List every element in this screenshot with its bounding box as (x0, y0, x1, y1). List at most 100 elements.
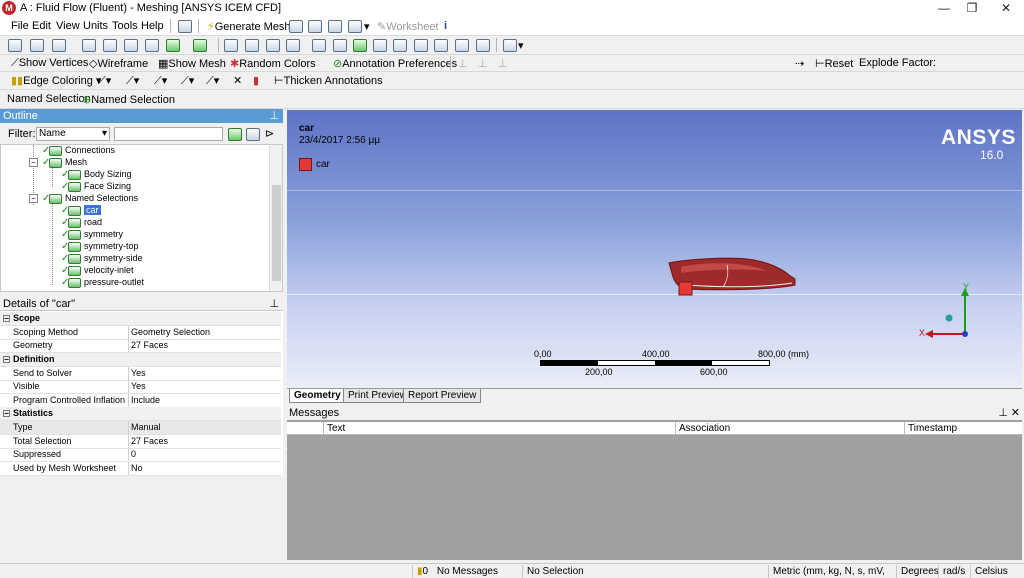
column-timestamp[interactable]: Timestamp (904, 422, 1022, 435)
dropdown-icon[interactable]: ▾ (364, 20, 370, 33)
pin-icon[interactable]: ⊥ (269, 109, 279, 123)
next-view-icon[interactable] (414, 39, 428, 52)
info-icon[interactable]: i (444, 20, 447, 32)
image-icon[interactable] (348, 20, 362, 33)
ansys-app-icon[interactable]: M (2, 1, 16, 15)
generate-mesh-button[interactable]: ⚡Generate Mesh (207, 20, 291, 33)
detail-row-geometry[interactable]: Geometry 27 Faces (0, 339, 281, 353)
tab-geometry[interactable]: Geometry (289, 389, 346, 403)
collapse-icon[interactable]: − (29, 158, 38, 167)
previous-view-icon[interactable] (393, 39, 407, 52)
menu-file[interactable]: File (11, 20, 29, 32)
column-association[interactable]: Association (675, 422, 904, 435)
align-icon[interactable]: ⊥ (458, 57, 468, 70)
tree-item-pressure-outlet[interactable]: ✓ pressure-outlet (61, 277, 144, 289)
collapse-icon[interactable]: − (29, 194, 38, 203)
detail-row-send-to-solver[interactable]: Send to Solver Yes (0, 367, 281, 381)
explode-icon[interactable]: ⇢ (795, 57, 804, 70)
menu-edit[interactable]: Edit (32, 20, 51, 32)
layer-icon[interactable] (455, 39, 469, 52)
pan-icon[interactable] (245, 39, 259, 52)
restore-button[interactable]: ❐ (956, 0, 988, 17)
tree-item-road[interactable]: ✓ road (61, 217, 102, 229)
menu-tools[interactable]: Tools (112, 20, 138, 32)
close-icon[interactable]: ✕ (1011, 406, 1020, 420)
body-icon[interactable] (193, 39, 207, 52)
chart-icon[interactable] (308, 20, 322, 33)
details-group-statistics[interactable]: − Statistics (0, 407, 281, 421)
tree-item-velocity-inlet[interactable]: ✓ velocity-inlet (61, 265, 134, 277)
select-type-icon[interactable] (52, 39, 66, 52)
tree-item-symmetry[interactable]: ✓ symmetry (61, 229, 123, 241)
filter-select[interactable]: Name ▾ (36, 127, 110, 141)
zoom-fit-icon[interactable] (312, 39, 326, 52)
bar-icon[interactable]: ▮ (253, 74, 259, 87)
edge-style-icon[interactable]: ⟋▾ (154, 74, 167, 88)
column-text[interactable]: Text (323, 422, 675, 435)
annotation-icon[interactable] (328, 20, 342, 33)
align-icon[interactable]: ⊥ (478, 57, 488, 70)
legend-swatch[interactable] (299, 158, 312, 171)
status-rads[interactable]: rad/s (938, 565, 970, 578)
tree-item-car[interactable]: ✓ car (61, 205, 101, 217)
collapse-icon[interactable]: − (3, 410, 10, 418)
select-vertex-filter-icon[interactable] (103, 39, 117, 52)
detail-row-used-by-mesh-worksheet[interactable]: Used by Mesh Worksheet No (0, 462, 281, 476)
cursor-icon[interactable] (82, 39, 96, 52)
zoom-selection-icon[interactable] (353, 39, 367, 52)
pin-icon[interactable]: ✕ (233, 74, 242, 87)
worksheet-button[interactable]: ✎Worksheet (377, 20, 439, 33)
detail-row-scoping-method[interactable]: Scoping Method Geometry Selection (0, 326, 281, 340)
details-group-scope[interactable]: − Scope (0, 312, 281, 326)
detail-row-total-selection[interactable]: Total Selection 27 Faces (0, 435, 281, 449)
wireframe-button[interactable]: ◇Wireframe (89, 57, 148, 70)
tree-item-symmetry-side[interactable]: ✓ symmetry-side (61, 253, 143, 265)
tree-item-mesh[interactable]: ✓ Mesh (42, 157, 87, 169)
edge-style-icon[interactable]: ⟋▾ (181, 74, 194, 88)
magnifier-icon[interactable] (373, 39, 387, 52)
viewport-icon[interactable] (503, 39, 517, 52)
thicken-annotations-button[interactable]: ⊢Thicken Annotations (274, 74, 383, 87)
menu-help[interactable]: Help (141, 20, 164, 32)
zoom-icon[interactable] (266, 39, 280, 52)
pin-icon[interactable]: ⊥ (269, 297, 279, 311)
update-icon[interactable] (178, 20, 192, 33)
refresh-icon[interactable] (228, 128, 242, 141)
detail-row-type[interactable]: Type Manual (0, 421, 281, 435)
collapse-icon[interactable]: − (3, 356, 10, 364)
edge-coloring-button[interactable]: ▮▮Edge Coloring ▾ (11, 74, 101, 87)
select-edge-filter-icon[interactable] (124, 39, 138, 52)
tag-icon[interactable] (476, 39, 490, 52)
rotate-icon[interactable] (224, 39, 238, 52)
mesh-icon[interactable] (289, 20, 303, 33)
tree-options-icon[interactable]: ⊳ (265, 127, 274, 140)
select-body-filter-icon[interactable] (166, 39, 180, 52)
filter-search-input[interactable] (114, 127, 223, 141)
status-degrees[interactable]: Degrees (896, 565, 939, 578)
tab-print-preview[interactable]: Print Preview (343, 389, 412, 403)
collapse-icon[interactable]: − (3, 315, 10, 323)
menu-units[interactable]: Units (83, 20, 108, 32)
details-group-definition[interactable]: − Definition (0, 353, 281, 367)
edge-style-icon[interactable]: ⟋▾ (126, 74, 139, 88)
detail-row-inflation[interactable]: Program Controlled Inflation Include (0, 394, 281, 408)
random-colors-button[interactable]: ✱Random Colors (230, 57, 316, 70)
dropdown-icon[interactable]: ▾ (518, 39, 524, 52)
select-mode-icon[interactable] (8, 39, 22, 52)
select-vertex-icon[interactable] (30, 39, 44, 52)
reset-button[interactable]: ⊢Reset (815, 57, 853, 70)
pin-icon[interactable]: ⊥ (998, 406, 1008, 420)
close-button[interactable]: ✕ (990, 0, 1022, 17)
align-icon[interactable]: ⊥ (498, 57, 508, 70)
annotation-preferences-button[interactable]: ⊘Annotation Preferences (333, 57, 457, 70)
tree-item-connections[interactable]: ✓ Connections (42, 145, 115, 157)
car-model[interactable] (667, 255, 802, 301)
status-temperature[interactable]: Celsius (970, 565, 1024, 578)
show-vertices-button[interactable]: ⟋Show Vertices (11, 57, 88, 70)
status-messages[interactable]: ▮0 No Messages (412, 565, 522, 578)
detail-row-visible[interactable]: Visible Yes (0, 380, 281, 394)
tree-item-body-sizing[interactable]: ✓ Body Sizing (61, 169, 132, 181)
box-zoom-icon[interactable] (333, 39, 347, 52)
detail-row-suppressed[interactable]: Suppressed 0 (0, 448, 281, 462)
status-units[interactable]: Metric (mm, kg, N, s, mV, mA) (768, 565, 896, 578)
